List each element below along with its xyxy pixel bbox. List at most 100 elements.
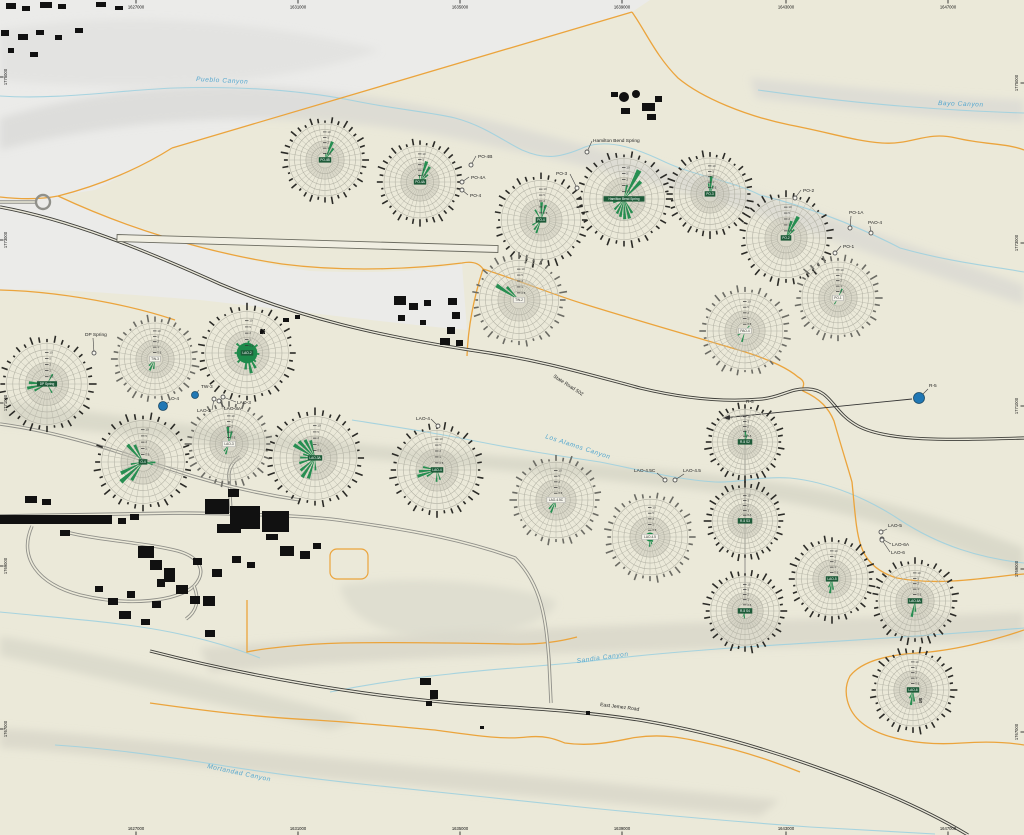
building-footprint: [452, 312, 460, 319]
rose-outer-tick: [82, 361, 86, 364]
rose-outer-tick: [615, 240, 618, 244]
rose-scale-label: 0.5: [558, 491, 562, 495]
station-label: Hamilton Bend Spring: [593, 138, 640, 144]
rose-outer-tick: [905, 726, 908, 731]
building-footprint: [295, 315, 300, 319]
rose-scale-label: 0.5: [317, 449, 321, 453]
rose-outer-tick: [115, 364, 119, 367]
building-footprint: [394, 296, 406, 305]
rose-outer-tick: [38, 425, 41, 430]
rose-outer-tick: [223, 313, 227, 317]
rose-scale-label: 10: [626, 165, 630, 169]
building-footprint: [247, 562, 255, 568]
building-footprint: [266, 534, 278, 540]
rose-outer-tick: [260, 309, 264, 314]
building-footprint: [205, 499, 229, 514]
rose-scale-label: 0.5: [439, 461, 443, 465]
rose-outer-tick: [947, 701, 951, 705]
rose-outer-tick: [776, 507, 780, 511]
rose-outer-tick: [146, 395, 150, 402]
rose-outer-tick: [777, 447, 785, 450]
building-footprint: [150, 560, 162, 570]
rose-scale-label: 10: [652, 506, 656, 510]
rose-center-label: R-5 S2: [740, 440, 750, 444]
building-footprint: [22, 6, 30, 11]
rose-outer-tick: [99, 475, 104, 479]
rose-outer-tick: [189, 344, 193, 348]
grid-coordinate-label: 1775000: [1014, 74, 1019, 91]
rose-scale-label: 0.5: [747, 603, 751, 607]
rose-center-label: R-5 S3: [740, 519, 750, 523]
building-footprint: [18, 34, 28, 40]
station-label: LAO-6: [891, 550, 905, 556]
rose-outer-tick: [628, 500, 632, 504]
station-label: LAO-4: [416, 416, 430, 422]
station-label: PO-3: [556, 171, 568, 177]
rose-outer-tick: [291, 418, 295, 422]
rose-outer-tick: [191, 350, 198, 354]
rose-center-label: LAO-6: [908, 688, 917, 692]
rose-outer-tick: [731, 407, 735, 411]
grid-coordinate-label: 1627000: [128, 5, 145, 10]
rose-scale-label: 0.5: [145, 453, 149, 457]
grid-coordinate-label: 1775000: [3, 68, 8, 85]
building-footprint: [313, 543, 321, 549]
rose-outer-tick: [816, 209, 820, 213]
rose-outer-tick: [949, 586, 954, 590]
rose-scale-label: 10: [747, 415, 751, 419]
rose-outer-tick: [863, 596, 867, 600]
building-footprint: [228, 489, 239, 497]
station-marker: [868, 230, 874, 236]
building-footprint: [456, 340, 463, 346]
station-label: PO-4B: [478, 154, 492, 160]
rose-scale-label: 10: [521, 267, 525, 271]
station-label: LAO-4.5: [683, 468, 701, 474]
building-footprint: [448, 298, 457, 305]
building-footprint: [60, 530, 70, 536]
rose-outer-tick: [704, 616, 711, 619]
rose-outer-tick: [510, 256, 513, 260]
building-footprint: [1, 30, 9, 36]
rose-center-label: LAO-3: [224, 442, 233, 446]
rose-outer-tick: [481, 277, 484, 281]
rose-center-label: PAO-4: [740, 329, 750, 333]
building-footprint: [440, 338, 450, 345]
station-label: PO-1: [843, 244, 855, 250]
building-footprint: [25, 496, 37, 503]
rose-outer-tick: [869, 695, 877, 699]
rose-outer-tick: [830, 334, 833, 339]
rose-outer-tick: [356, 464, 362, 467]
rose-outer-tick: [160, 319, 163, 323]
grid-coordinate-label: 1643000: [778, 826, 795, 831]
rose-outer-tick: [750, 483, 753, 489]
rose-outer-tick: [547, 260, 550, 267]
rose-outer-tick: [875, 701, 879, 705]
rose-outer-tick: [926, 563, 930, 567]
tank-footprint: [632, 90, 640, 98]
rose-outer-tick: [532, 258, 535, 262]
rose-outer-tick: [525, 254, 528, 260]
building-footprint: [642, 103, 655, 111]
rose-scale-label: 0.5: [626, 190, 630, 194]
rose-scale-label: 10: [840, 268, 844, 272]
grid-coordinate-label: 1769000: [3, 557, 8, 574]
rose-outer-tick: [477, 461, 482, 464]
rose-scale-label: 10: [327, 130, 331, 134]
building-footprint: [157, 579, 165, 587]
rose-outer-tick: [328, 497, 332, 502]
rose-outer-tick: [817, 541, 821, 545]
map-canvas: Pueblo Canyon Bayo Canyon Los Alamos Canyo…: [0, 0, 1024, 835]
rose-outer-tick: [187, 435, 193, 439]
rose-outer-tick: [777, 194, 780, 198]
rose-scale-label: 10: [231, 414, 235, 418]
building-footprint: [420, 320, 426, 325]
rose-outer-tick: [306, 411, 309, 417]
station-marker: [792, 195, 798, 201]
rose-outer-tick: [641, 494, 645, 499]
rose-outer-tick: [207, 329, 211, 333]
rose-center-label: PO-4B: [320, 158, 330, 162]
rose-outer-tick: [86, 397, 90, 401]
rose-outer-tick: [428, 510, 431, 516]
building-footprint: [36, 30, 44, 35]
building-footprint: [152, 601, 161, 608]
